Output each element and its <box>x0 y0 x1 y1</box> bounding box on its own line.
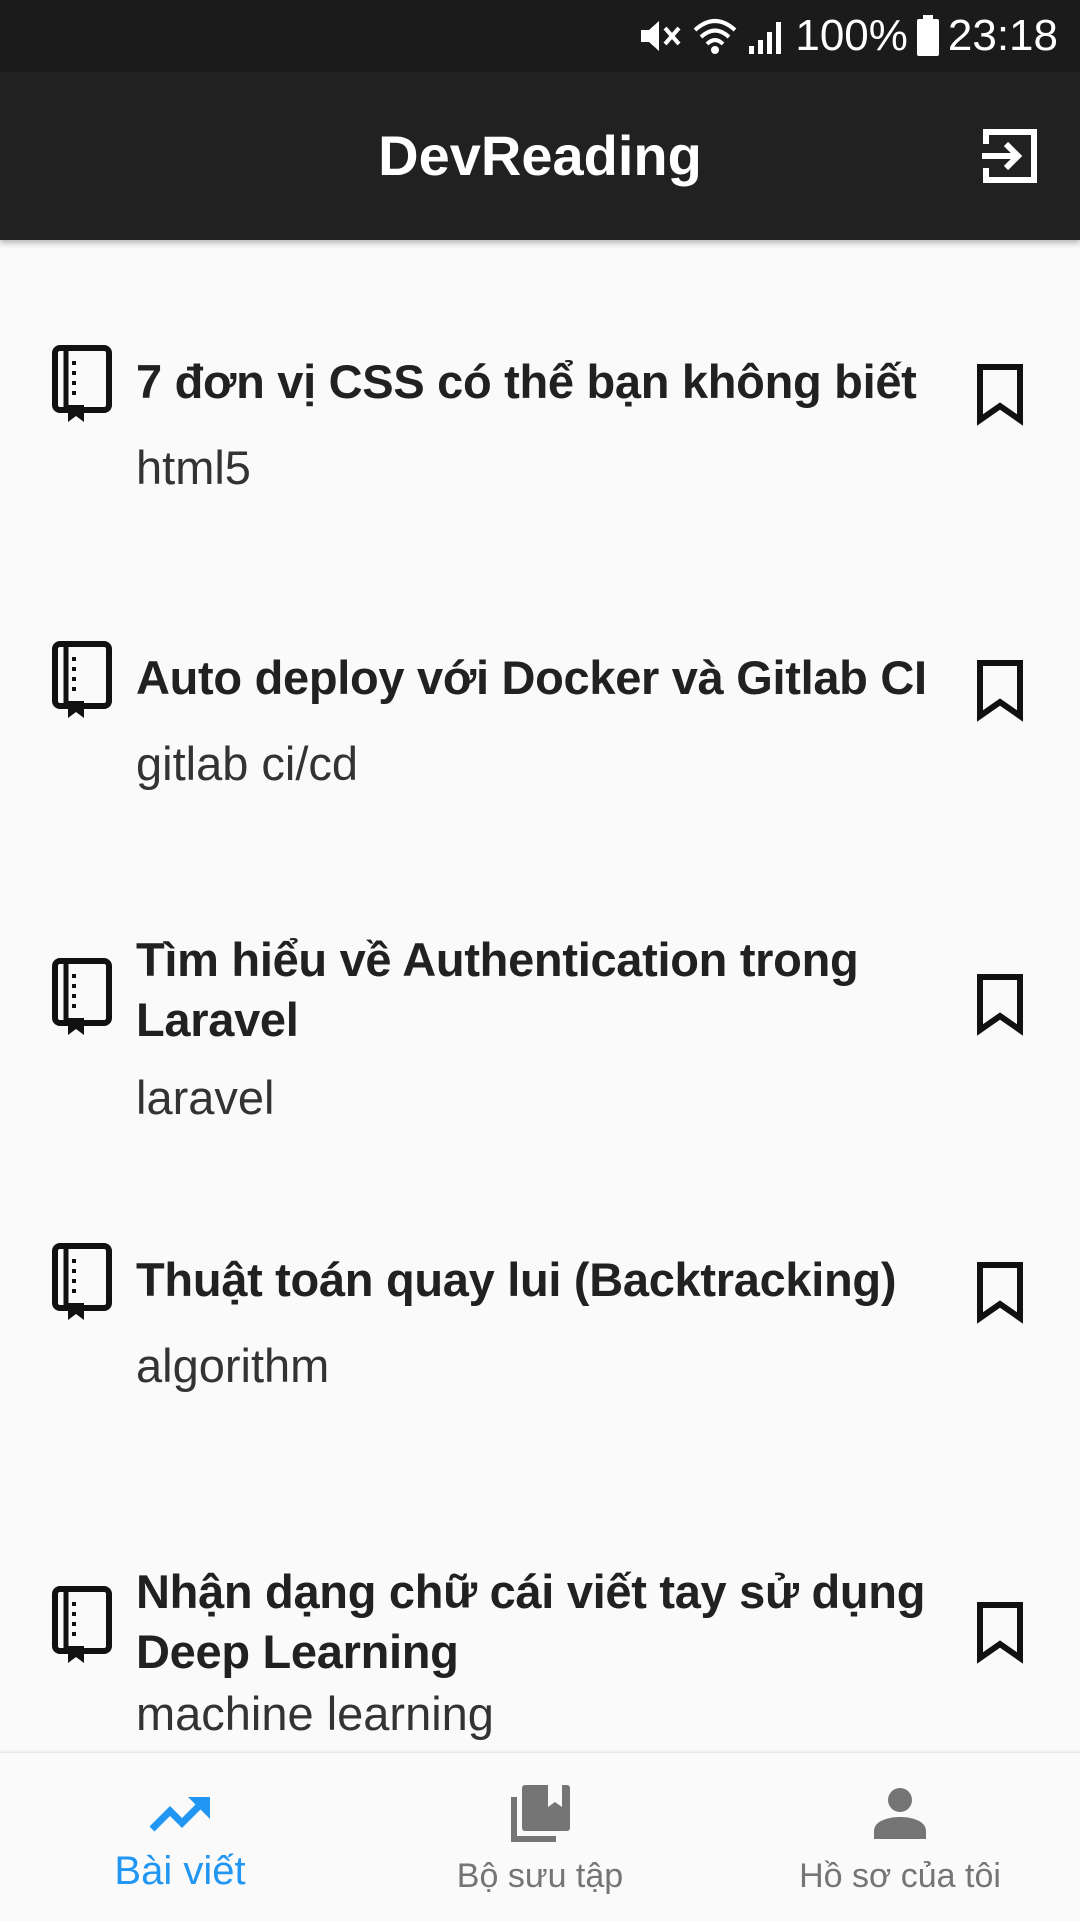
mute-icon <box>637 16 683 56</box>
article-tag: html5 <box>136 441 251 494</box>
book-icon <box>52 1243 112 1320</box>
bookmark-icon[interactable] <box>974 1260 1026 1324</box>
nav-label: Bài viết <box>114 1849 246 1893</box>
status-bar: 100% 23:18 <box>0 0 1080 72</box>
trending-up-icon <box>149 1797 210 1832</box>
book-icon <box>52 1586 112 1663</box>
article-title: Thuật toán quay lui (Backtracking) <box>136 1250 946 1310</box>
person-icon <box>874 1788 926 1839</box>
status-icons: 100% 23:18 <box>637 0 1058 72</box>
article-title: Nhận dạng chữ cái viết tay sử dụng Deep … <box>136 1562 946 1682</box>
book-icon <box>52 345 112 422</box>
article-title: Tìm hiểu về Authentication trong Laravel <box>136 930 946 1050</box>
article-title-line: Tìm hiểu về Authentication trong <box>136 933 859 986</box>
bottom-navigation: Bài viết Bộ sưu tập Hồ sơ của tôi <box>0 1752 1080 1921</box>
clock: 23:18 <box>947 11 1058 60</box>
nav-label: Bộ sưu tập <box>456 1857 624 1895</box>
wifi-icon <box>691 16 739 56</box>
nav-item-profile[interactable]: Hồ sơ của tôi <box>720 1753 1080 1921</box>
logout-icon <box>982 129 1037 183</box>
bookmark-icon[interactable] <box>974 1600 1026 1664</box>
signal-icon <box>747 16 787 56</box>
app-bar: DevReading <box>0 72 1080 240</box>
battery-icon <box>916 15 940 57</box>
book-icon <box>52 958 112 1035</box>
article-item[interactable]: Nhận dạng chữ cái viết tay sử dụng Deep … <box>0 1524 1080 1752</box>
bookmark-icon[interactable] <box>974 972 1026 1036</box>
logout-button[interactable] <box>976 122 1044 190</box>
article-tag: gitlab ci/cd <box>136 737 359 790</box>
article-tag: laravel <box>136 1071 275 1124</box>
nav-item-articles[interactable]: Bài viết <box>0 1753 360 1921</box>
nav-item-collections[interactable]: Bộ sưu tập <box>360 1753 720 1921</box>
battery-percent: 100% <box>795 11 908 60</box>
article-title-line: Nhận dạng chữ cái viết tay sử dụng <box>136 1565 926 1618</box>
article-list: 7 đơn vị CSS có thể bạn không biết html5… <box>0 240 1080 1752</box>
page-title: DevReading <box>378 124 702 187</box>
article-item[interactable]: 7 đơn vị CSS có thể bạn không biết html5 <box>0 280 1080 540</box>
article-title-line: Auto deploy với Docker và Gitlab CI <box>136 651 927 704</box>
collections-icon <box>511 1785 570 1842</box>
article-tag: algorithm <box>136 1339 330 1392</box>
article-title-line: Thuật toán quay lui (Backtracking) <box>136 1253 897 1306</box>
article-item[interactable]: Thuật toán quay lui (Backtracking) algor… <box>0 1228 1080 1488</box>
bookmark-icon[interactable] <box>974 362 1026 426</box>
nav-label: Hồ sơ của tôi <box>799 1857 1001 1895</box>
article-tag: machine learning <box>136 1687 494 1740</box>
article-title-line: Laravel <box>136 993 299 1046</box>
article-title-line: Deep Learning <box>136 1625 459 1678</box>
article-item[interactable]: Tìm hiểu về Authentication trong Laravel… <box>0 872 1080 1192</box>
article-item[interactable]: Auto deploy với Docker và Gitlab CI gitl… <box>0 576 1080 836</box>
article-title-line: 7 đơn vị CSS có thể bạn không biết <box>136 355 917 408</box>
article-title: Auto deploy với Docker và Gitlab CI <box>136 648 946 708</box>
article-title: 7 đơn vị CSS có thể bạn không biết <box>136 352 946 412</box>
book-icon <box>52 641 112 718</box>
bookmark-icon[interactable] <box>974 658 1026 722</box>
